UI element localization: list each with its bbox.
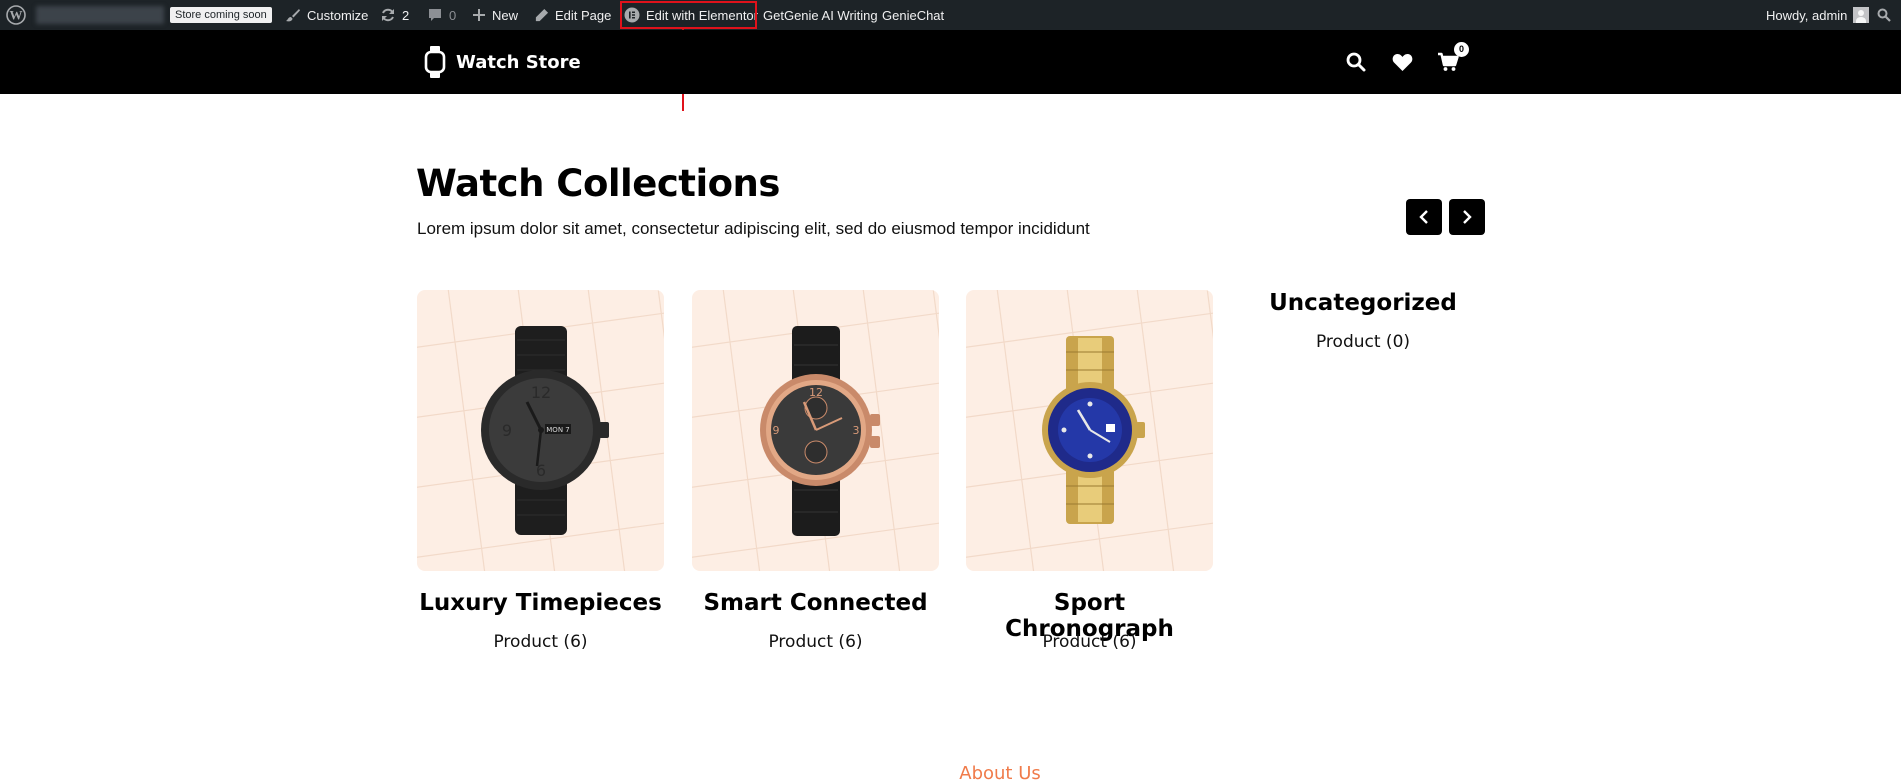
watch-icon	[424, 46, 446, 78]
howdy-label: Howdy, admin	[1766, 7, 1848, 23]
avatar	[1853, 7, 1870, 23]
collection-card-image[interactable]: 12 3 9	[692, 290, 939, 571]
svg-text:9: 9	[502, 421, 512, 440]
header-search-button[interactable]	[1343, 49, 1369, 75]
updates-icon	[382, 8, 394, 22]
comments-link[interactable]: 0	[427, 0, 456, 30]
cart-button[interactable]: 0	[1435, 42, 1469, 75]
svg-text:MON 7: MON 7	[546, 426, 569, 434]
wishlist-button[interactable]	[1389, 49, 1415, 75]
customize-label: Customize	[307, 7, 369, 23]
getgenie-label: GetGenie AI Writing	[763, 7, 878, 23]
site-name-blurred[interactable]	[36, 6, 164, 24]
site-title: Watch Store	[456, 51, 581, 73]
geniechat-link[interactable]: GenieChat	[882, 0, 944, 30]
updates-count: 2	[402, 7, 410, 23]
carousel-prev-button[interactable]	[1406, 199, 1442, 235]
plus-icon	[473, 9, 485, 21]
collection-name[interactable]: Uncategorized	[1248, 290, 1478, 316]
search-icon	[1877, 8, 1891, 22]
collection-count: Product (0)	[1315, 332, 1411, 352]
collection-name[interactable]: Luxury Timepieces	[417, 590, 664, 616]
collection-card-image[interactable]	[966, 290, 1213, 571]
section-title: Watch Collections	[416, 162, 780, 205]
svg-text:12: 12	[809, 386, 823, 399]
carousel-next-button[interactable]	[1449, 199, 1485, 235]
site-header: Watch Store 0	[0, 30, 1901, 94]
search-icon	[1346, 52, 1366, 72]
comment-icon	[429, 9, 441, 21]
collection-count: Product (6)	[768, 632, 863, 652]
comments-count: 0	[449, 7, 457, 23]
pencil-icon	[535, 8, 549, 21]
wp-admin-bar: W Store coming soon Customize 2 0 New Ed…	[0, 0, 1901, 30]
updates-link[interactable]: 2	[380, 0, 409, 30]
new-label: New	[492, 7, 519, 23]
customize-link[interactable]: Customize	[285, 0, 368, 30]
collection-name[interactable]: Smart Connected	[692, 590, 939, 616]
edit-page-label: Edit Page	[555, 7, 612, 23]
svg-text:3: 3	[853, 424, 860, 437]
collection-count: Product (6)	[1042, 632, 1137, 652]
watch-image: 12 3 9	[760, 326, 880, 536]
annotation-highlight-box	[620, 1, 757, 29]
my-account-menu[interactable]: Howdy, admin	[1766, 0, 1870, 30]
getgenie-link[interactable]: GetGenie AI Writing	[763, 0, 878, 30]
watch-image: 1269 MON 7	[481, 326, 609, 535]
heart-icon	[1392, 53, 1412, 71]
edit-page-link[interactable]: Edit Page	[534, 0, 611, 30]
brush-icon	[286, 9, 300, 22]
geniechat-label: GenieChat	[882, 7, 945, 23]
watch-image	[1042, 336, 1145, 524]
collection-count: Product (6)	[493, 632, 588, 652]
wordpress-logo-icon[interactable]: W	[6, 0, 26, 30]
collection-card-image[interactable]: 12 6 9 MON 7	[417, 290, 664, 571]
admin-search[interactable]	[1877, 0, 1891, 30]
chevron-right-icon	[1463, 210, 1472, 224]
new-content-link[interactable]: New	[472, 0, 518, 30]
store-coming-soon-badge[interactable]: Store coming soon	[170, 7, 272, 23]
svg-text:12: 12	[531, 383, 551, 402]
chevron-left-icon	[1419, 210, 1428, 224]
cart-count-badge: 0	[1454, 42, 1469, 57]
svg-text:W: W	[10, 8, 23, 23]
site-logo[interactable]: Watch Store	[424, 46, 581, 78]
svg-text:9: 9	[773, 424, 780, 437]
section-subtitle: Lorem ipsum dolor sit amet, consectetur …	[417, 219, 1090, 238]
